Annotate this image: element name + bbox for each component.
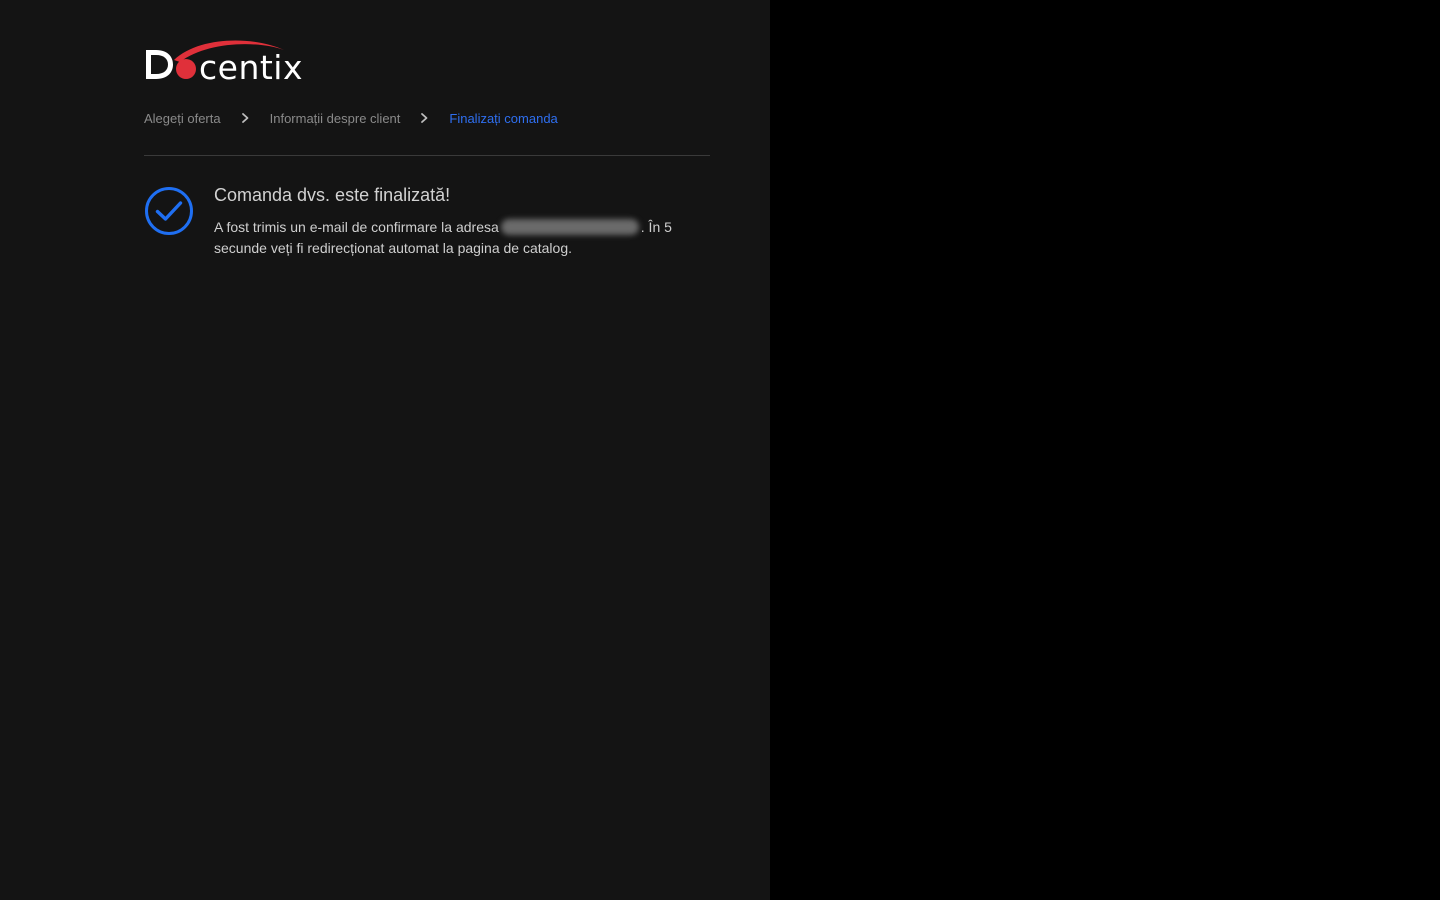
redacted-email	[500, 219, 639, 235]
confirmation-title: Comanda dvs. este finalizată!	[214, 185, 451, 205]
confirmation-message: A fost trimis un e-mail de confirmare la…	[214, 217, 694, 259]
confirmation-text-start: A fost trimis un e-mail de confirmare la…	[214, 219, 499, 235]
svg-text:centix: centix	[199, 48, 303, 84]
breadcrumb-step-client-info[interactable]: Informații despre client	[270, 111, 401, 126]
check-circle-icon	[145, 187, 193, 235]
checkout-panel: centix Alegeți oferta Informații despre …	[0, 0, 770, 900]
chevron-right-icon	[421, 113, 428, 123]
breadcrumb-step-offer[interactable]: Alegeți oferta	[144, 111, 221, 126]
side-panel	[770, 0, 1440, 900]
section-divider	[144, 155, 710, 156]
docentix-logo[interactable]: centix	[144, 38, 316, 84]
chevron-right-icon	[241, 113, 249, 123]
breadcrumb-step-finalize: Finalizați comanda	[449, 110, 558, 126]
checkout-breadcrumb: Alegeți oferta Informații despre client …	[144, 108, 558, 128]
